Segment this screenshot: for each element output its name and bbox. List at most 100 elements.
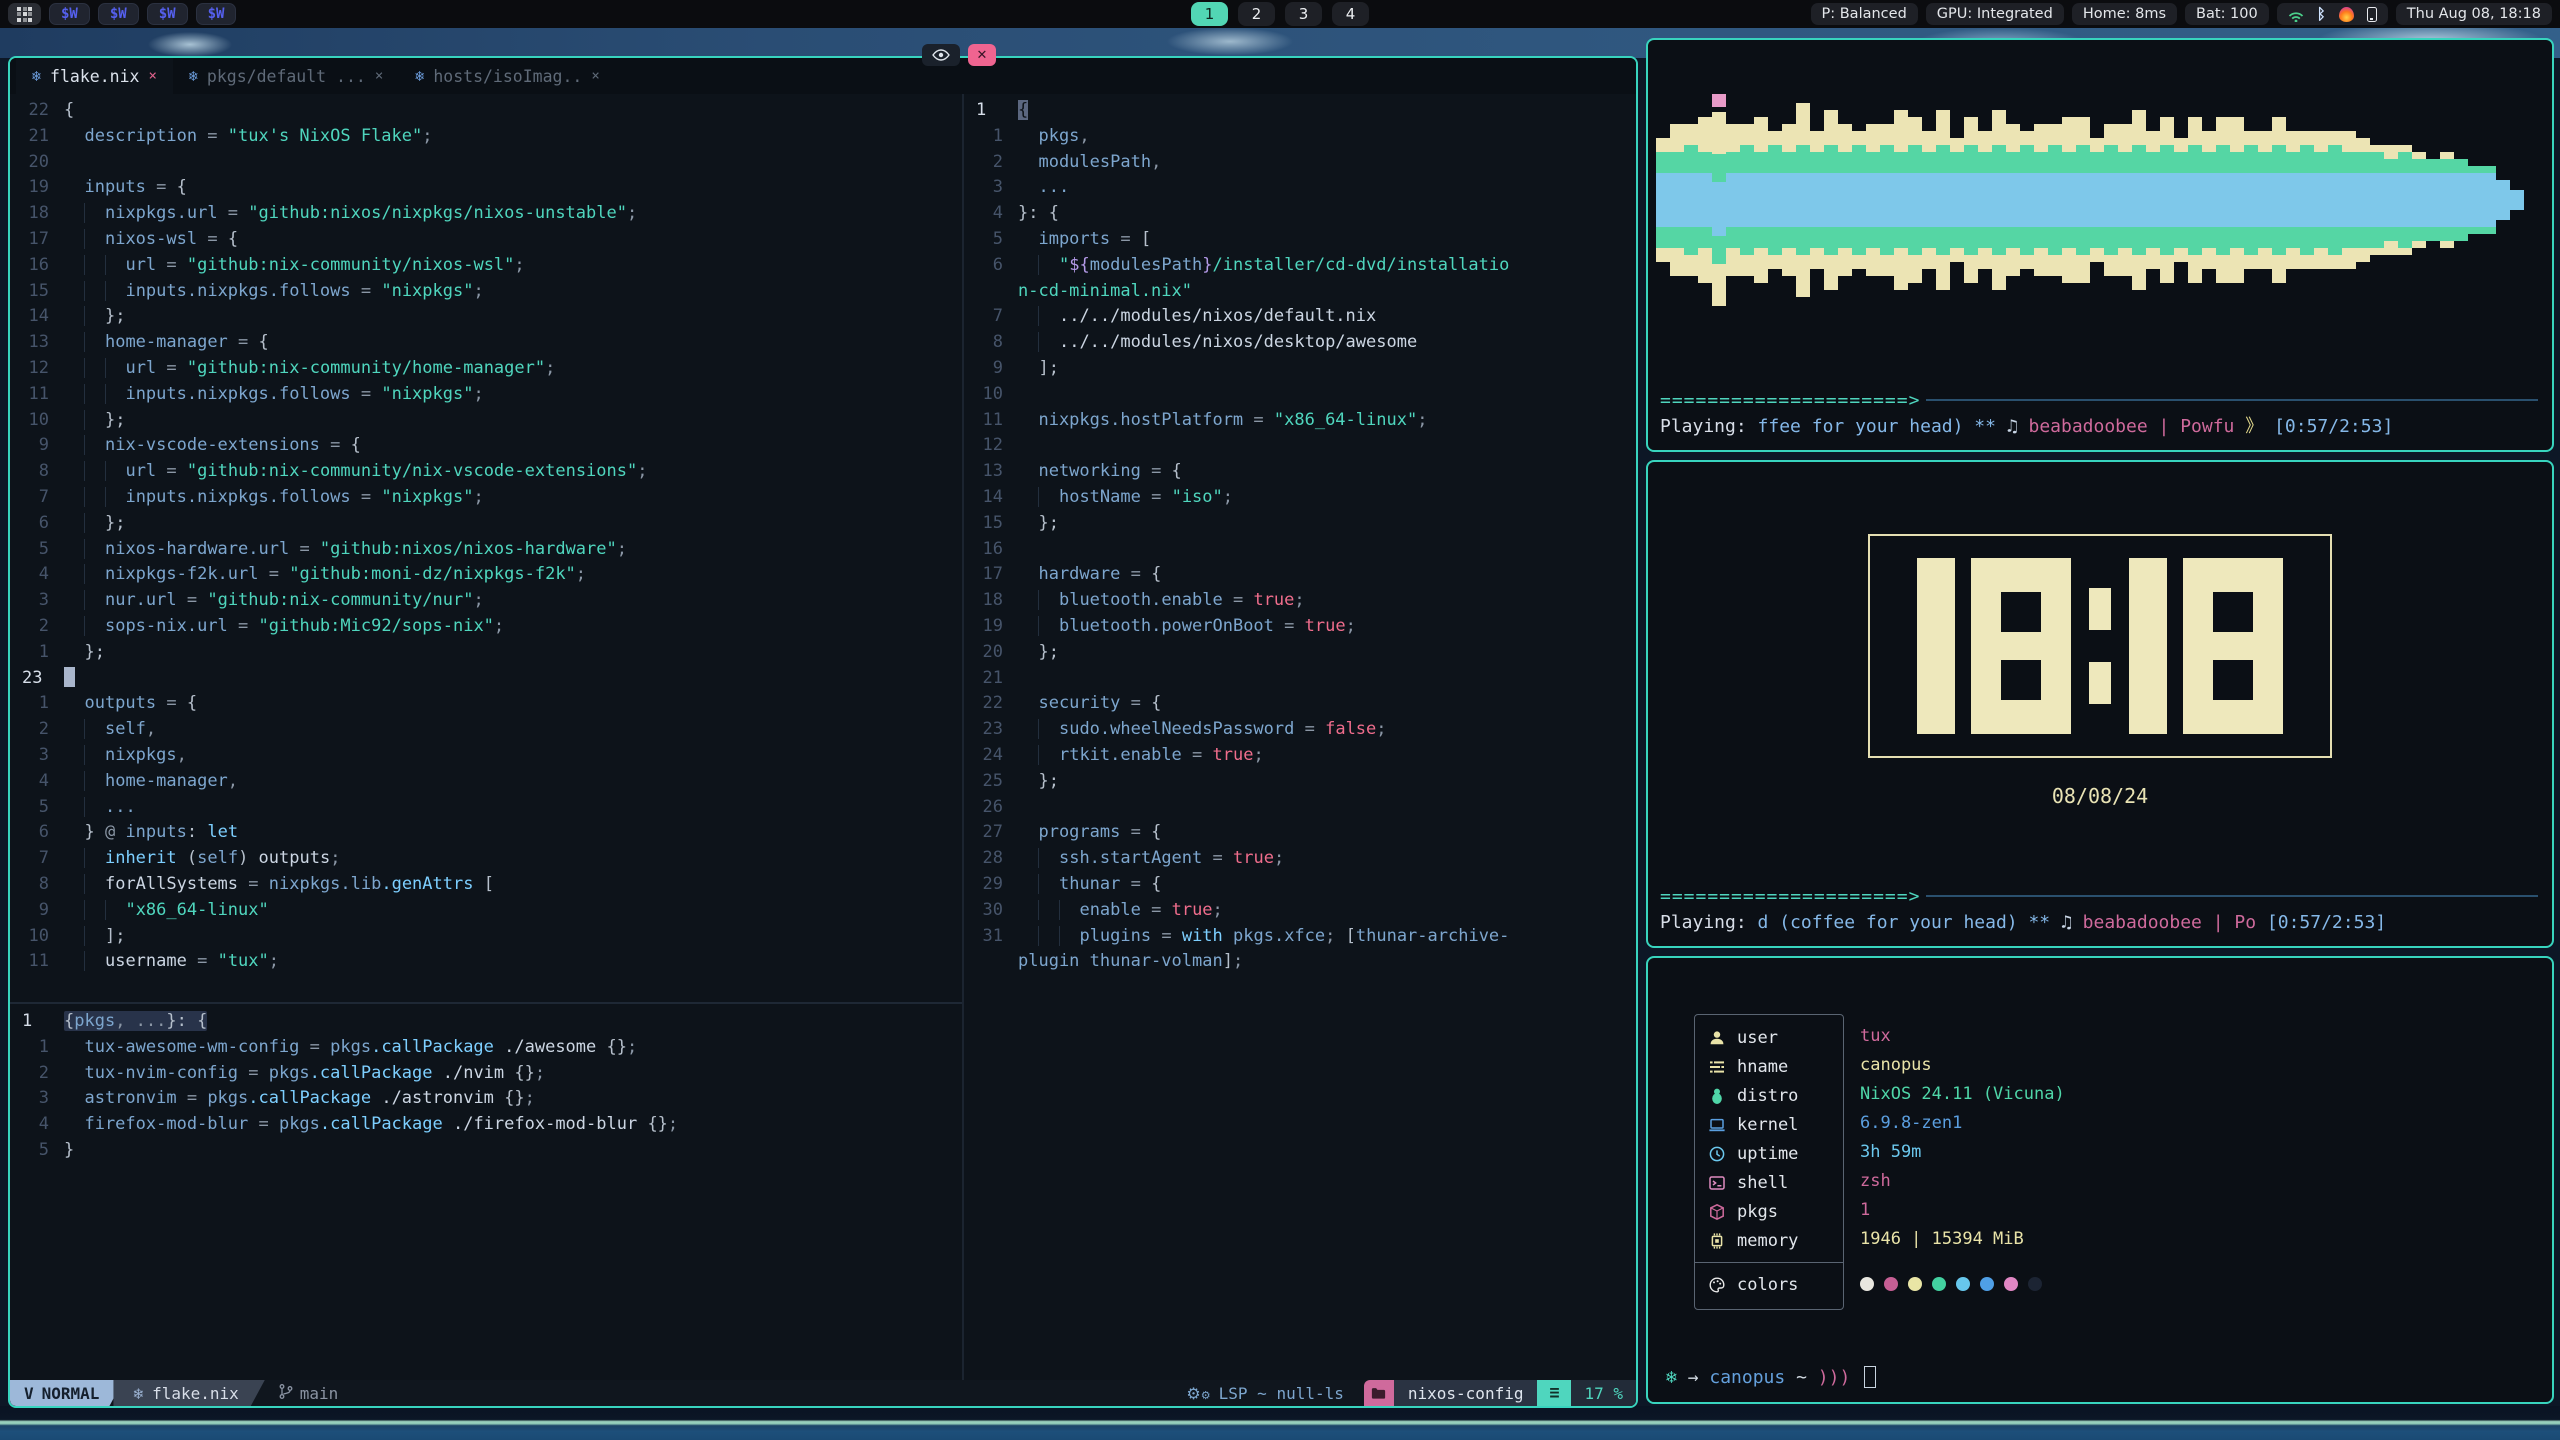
code-line[interactable]: 1 tux-awesome-wm-config = pkgs.callPacka… bbox=[10, 1035, 962, 1061]
toggle-visibility-button[interactable] bbox=[922, 44, 960, 66]
tab-close-icon[interactable]: × bbox=[591, 68, 599, 84]
code-line[interactable]: 3 nixpkgs, bbox=[10, 743, 962, 769]
tab-flake-nix[interactable]: ❄flake.nix× bbox=[16, 58, 173, 94]
flame-icon[interactable] bbox=[2339, 7, 2354, 22]
code-line[interactable]: 14 hostName = "iso"; bbox=[964, 485, 1636, 511]
code-line[interactable]: 23 sudo.wheelNeedsPassword = false; bbox=[964, 717, 1636, 743]
pane-pkgs-default-nix[interactable]: 1{pkgs, ...}: {1 tux-awesome-wm-config =… bbox=[10, 1004, 962, 1380]
code-line[interactable]: 1 pkgs, bbox=[964, 124, 1636, 150]
code-line[interactable]: 2 self, bbox=[10, 717, 962, 743]
code-line[interactable]: 5 imports = [ bbox=[964, 227, 1636, 253]
code-line[interactable]: 20 }; bbox=[964, 640, 1636, 666]
code-line[interactable]: 10 }; bbox=[10, 408, 962, 434]
code-line[interactable]: 7 inputs.nixpkgs.follows = "nixpkgs"; bbox=[10, 485, 962, 511]
network-icon[interactable] bbox=[2288, 7, 2304, 22]
code-line[interactable]: 19 bluetooth.powerOnBoot = true; bbox=[964, 614, 1636, 640]
code-line[interactable]: 6 "${modulesPath}/installer/cd-dvd/insta… bbox=[964, 253, 1636, 279]
code-line[interactable]: 24 rtkit.enable = true; bbox=[964, 743, 1636, 769]
code-line[interactable]: 15 }; bbox=[964, 511, 1636, 537]
workspace-button[interactable]: $W bbox=[147, 3, 188, 25]
code-line[interactable]: 1 outputs = { bbox=[10, 691, 962, 717]
code-line[interactable]: 9 ]; bbox=[964, 356, 1636, 382]
code-line[interactable]: 2 tux-nvim-config = pkgs.callPackage ./n… bbox=[10, 1061, 962, 1087]
code-line[interactable]: 9 "x86_64-linux" bbox=[10, 898, 962, 924]
tag-2[interactable]: 2 bbox=[1238, 2, 1275, 26]
code-line[interactable]: plugin thunar-volman]; bbox=[964, 949, 1636, 975]
code-line[interactable]: 25 }; bbox=[964, 769, 1636, 795]
code-line[interactable]: 2 modulesPath, bbox=[964, 150, 1636, 176]
code-line[interactable]: 13 home-manager = { bbox=[10, 330, 962, 356]
code-line[interactable]: 8 url = "github:nix-community/nix-vscode… bbox=[10, 459, 962, 485]
pane-flake-nix[interactable]: 22{21 description = "tux's NixOS Flake";… bbox=[10, 94, 962, 1002]
tag-4[interactable]: 4 bbox=[1332, 2, 1369, 26]
code-line[interactable]: 11 username = "tux"; bbox=[10, 949, 962, 975]
code-line[interactable]: 16 url = "github:nix-community/nixos-wsl… bbox=[10, 253, 962, 279]
code-line[interactable]: 1{ bbox=[964, 98, 1636, 124]
code-line[interactable]: 22 security = { bbox=[964, 691, 1636, 717]
code-line[interactable]: 4 home-manager, bbox=[10, 769, 962, 795]
close-button[interactable]: ✕ bbox=[968, 44, 996, 66]
code-line[interactable]: 18 bluetooth.enable = true; bbox=[964, 588, 1636, 614]
datetime-pill[interactable]: Thu Aug 08, 18:18 bbox=[2396, 3, 2552, 25]
code-line[interactable]: 21 bbox=[964, 666, 1636, 692]
code-line[interactable]: 7 inherit (self) outputs; bbox=[10, 846, 962, 872]
tab-hosts-isoImag-[interactable]: ❄hosts/isoImag..× bbox=[399, 58, 615, 94]
code-line[interactable]: 3 nur.url = "github:nix-community/nur"; bbox=[10, 588, 962, 614]
code-line[interactable]: 19 inputs = { bbox=[10, 175, 962, 201]
tag-1[interactable]: 1 bbox=[1191, 2, 1228, 26]
code-line[interactable]: 18 nixpkgs.url = "github:nixos/nixpkgs/n… bbox=[10, 201, 962, 227]
code-line[interactable]: 12 bbox=[964, 433, 1636, 459]
code-line[interactable]: 4 firefox-mod-blur = pkgs.callPackage ./… bbox=[10, 1112, 962, 1138]
code-line[interactable]: 31 plugins = with pkgs.xfce; [thunar-arc… bbox=[964, 924, 1636, 950]
code-line[interactable]: 15 inputs.nixpkgs.follows = "nixpkgs"; bbox=[10, 279, 962, 305]
workspace-button[interactable]: $W bbox=[49, 3, 90, 25]
code-line[interactable]: 20 bbox=[10, 150, 962, 176]
code-line[interactable]: 1{pkgs, ...}: { bbox=[10, 1009, 962, 1035]
code-line[interactable]: 1 }; bbox=[10, 640, 962, 666]
tag-3[interactable]: 3 bbox=[1285, 2, 1322, 26]
code-line[interactable]: 3 ... bbox=[964, 175, 1636, 201]
code-line[interactable]: 8 ../../modules/nixos/desktop/awesome bbox=[964, 330, 1636, 356]
code-line[interactable]: 4 nixpkgs-f2k.url = "github:moni-dz/nixp… bbox=[10, 562, 962, 588]
code-line[interactable]: 6 }; bbox=[10, 511, 962, 537]
code-line[interactable]: 23 bbox=[10, 666, 962, 692]
workspace-button[interactable]: $W bbox=[98, 3, 139, 25]
code-line[interactable]: 10 bbox=[964, 382, 1636, 408]
code-line[interactable]: 29 thunar = { bbox=[964, 872, 1636, 898]
code-line[interactable]: 21 description = "tux's NixOS Flake"; bbox=[10, 124, 962, 150]
code-line[interactable]: 5 ... bbox=[10, 795, 962, 821]
tab-pkgs-default-[interactable]: ❄pkgs/default ...× bbox=[173, 58, 399, 94]
code-line[interactable]: 7 ../../modules/nixos/default.nix bbox=[964, 304, 1636, 330]
code-line[interactable]: 17 hardware = { bbox=[964, 562, 1636, 588]
code-line[interactable]: 3 astronvim = pkgs.callPackage ./astronv… bbox=[10, 1086, 962, 1112]
code-line[interactable]: 26 bbox=[964, 795, 1636, 821]
code-line[interactable]: 4}: { bbox=[964, 201, 1636, 227]
workspace-button[interactable]: $W bbox=[196, 3, 237, 25]
code-line[interactable]: 6 } @ inputs: let bbox=[10, 820, 962, 846]
code-line[interactable]: 28 ssh.startAgent = true; bbox=[964, 846, 1636, 872]
code-line[interactable]: 27 programs = { bbox=[964, 820, 1636, 846]
code-line[interactable]: 8 forAllSystems = nixpkgs.lib.genAttrs [ bbox=[10, 872, 962, 898]
code-line[interactable]: 10 ]; bbox=[10, 924, 962, 950]
code-line[interactable]: 13 networking = { bbox=[964, 459, 1636, 485]
code-line[interactable]: 11 nixpkgs.hostPlatform = "x86_64-linux"… bbox=[964, 408, 1636, 434]
shell-prompt[interactable]: ❄ → canopus ~ ))) bbox=[1666, 1366, 1876, 1388]
code-line[interactable]: 17 nixos-wsl = { bbox=[10, 227, 962, 253]
code-line[interactable]: 22{ bbox=[10, 98, 962, 124]
bluetooth-icon[interactable]: ᛒ bbox=[2317, 5, 2326, 23]
code-line[interactable]: 12 url = "github:nix-community/home-mana… bbox=[10, 356, 962, 382]
code-line[interactable]: 16 bbox=[964, 537, 1636, 563]
pane-iso-default-nix[interactable]: 1{1 pkgs,2 modulesPath,3 ...4}: {5 impor… bbox=[964, 94, 1636, 1380]
code-line[interactable]: 30 enable = true; bbox=[964, 898, 1636, 924]
phone-icon[interactable] bbox=[2367, 7, 2377, 22]
tab-close-icon[interactable]: × bbox=[375, 68, 383, 84]
code-line[interactable]: 5 nixos-hardware.url = "github:nixos/nix… bbox=[10, 537, 962, 563]
code-line[interactable]: 11 inputs.nixpkgs.follows = "nixpkgs"; bbox=[10, 382, 962, 408]
launcher-button[interactable] bbox=[8, 3, 41, 25]
code-line[interactable]: 9 nix-vscode-extensions = { bbox=[10, 433, 962, 459]
code-line[interactable]: n-cd-minimal.nix" bbox=[964, 279, 1636, 305]
code-line[interactable]: 14 }; bbox=[10, 304, 962, 330]
tab-close-icon[interactable]: × bbox=[148, 68, 156, 84]
code-line[interactable]: 5} bbox=[10, 1138, 962, 1164]
code-line[interactable]: 2 sops-nix.url = "github:Mic92/sops-nix"… bbox=[10, 614, 962, 640]
